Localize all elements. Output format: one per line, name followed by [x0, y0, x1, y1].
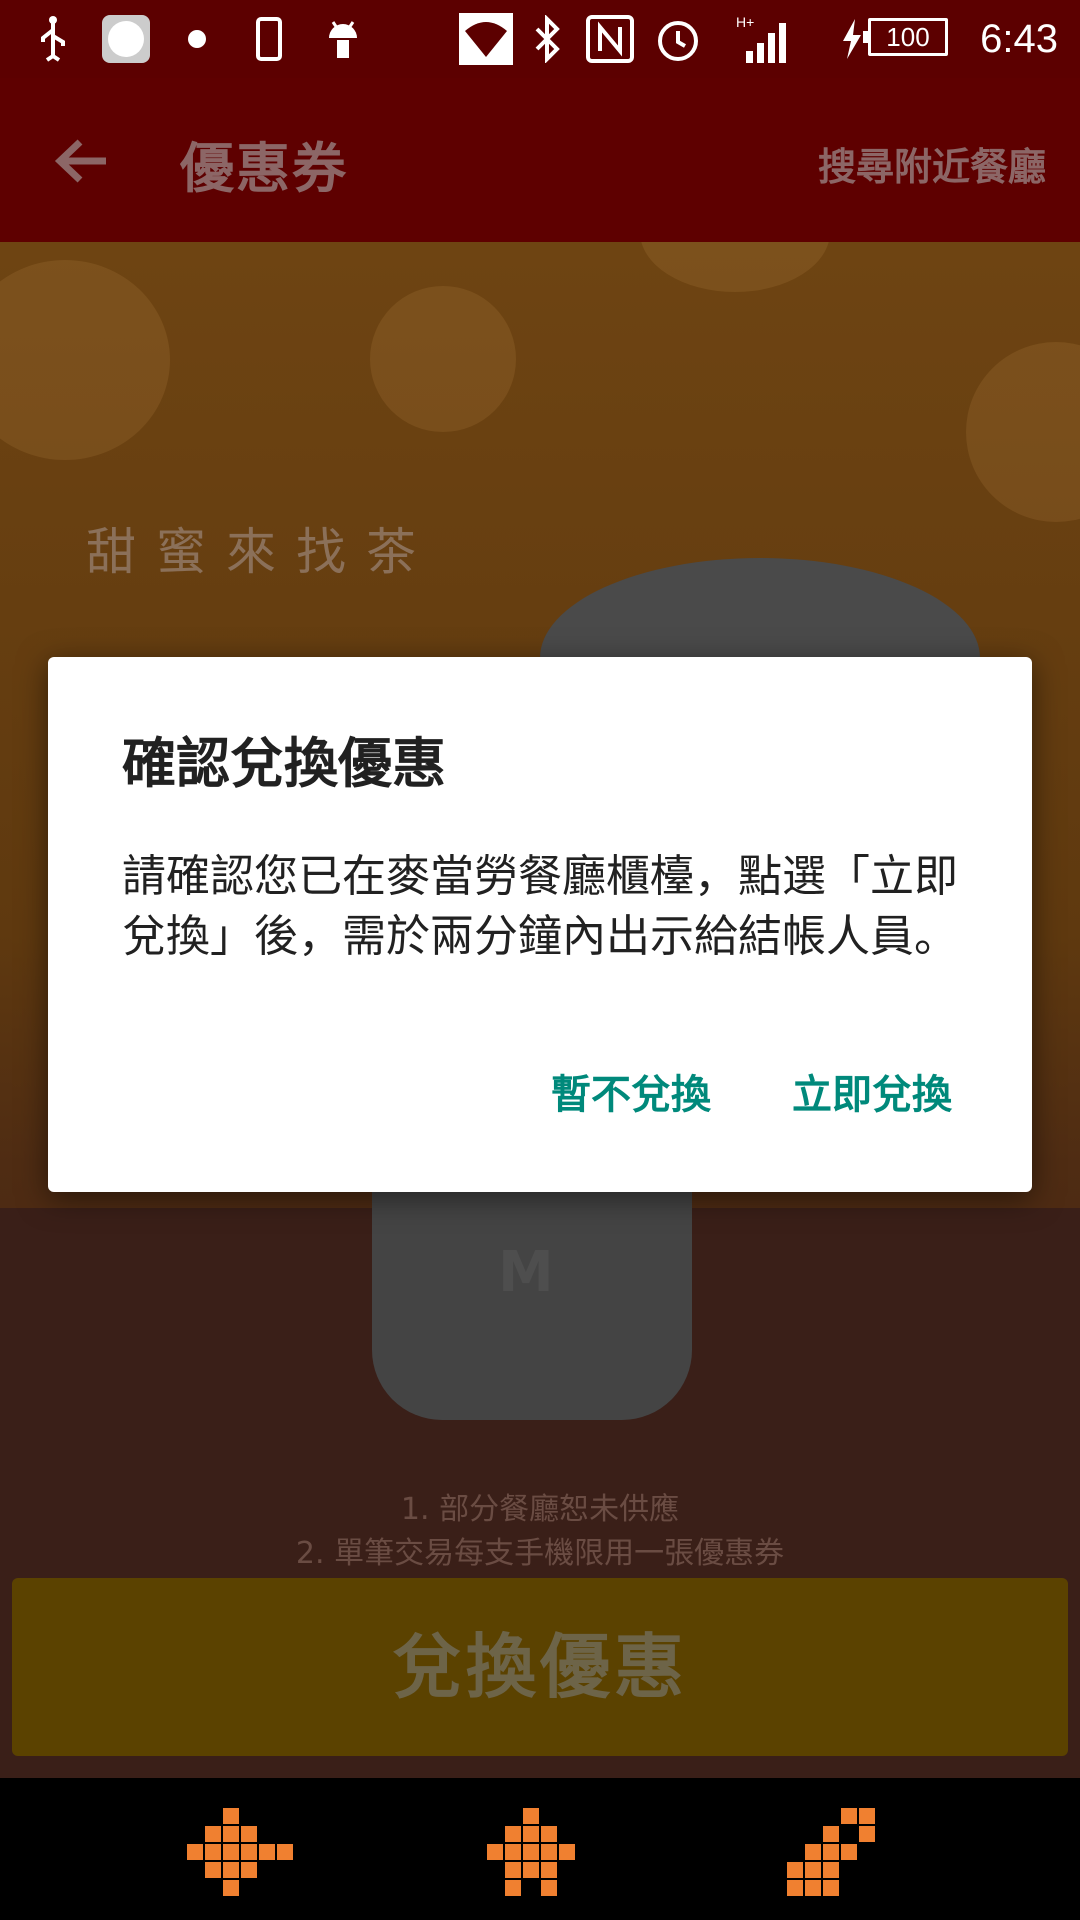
not-now-button[interactable]: 暫不兌換 — [551, 1065, 711, 1125]
android-icon — [320, 10, 366, 68]
wifi-icon — [458, 10, 514, 68]
usb-icon — [30, 10, 76, 68]
clock: 6:43 — [980, 17, 1058, 61]
coupon-tagline: 甜蜜來找茶 — [86, 523, 436, 581]
network-label: H+ — [736, 14, 754, 30]
decor-bubble — [0, 260, 170, 460]
phone-icon — [254, 10, 284, 68]
signal-icon: H+ — [736, 10, 792, 68]
navigation-bar — [0, 1778, 1080, 1920]
nav-home-icon[interactable] — [486, 1806, 596, 1906]
app-bar: 優惠券 搜尋附近餐廳 — [0, 78, 1080, 242]
battery-icon: 100 — [863, 18, 948, 56]
decor-bubble — [966, 342, 1080, 522]
dot-icon — [184, 10, 210, 68]
decor-bubble — [640, 242, 830, 292]
app-icon — [100, 10, 152, 68]
bluetooth-icon — [530, 10, 566, 68]
redeem-now-button[interactable]: 立即兌換 — [792, 1065, 952, 1125]
nav-recents-icon[interactable] — [786, 1806, 896, 1906]
status-bar: H+ 100 6:43 — [0, 0, 1080, 78]
search-nearby-restaurants-link[interactable]: 搜尋附近餐廳 — [818, 136, 1046, 191]
coupon-note-2: 2. 單筆交易每支手機限用一張優惠券 — [295, 1536, 785, 1571]
charging-icon — [836, 10, 866, 68]
cup-logo: M — [498, 1240, 554, 1305]
dialog-title: 確認兌換優惠 — [122, 732, 446, 795]
nfc-icon — [584, 10, 636, 68]
coupon-note-1: 1. 部分餐廳恕未供應 — [400, 1492, 680, 1527]
alarm-icon — [652, 10, 704, 68]
decor-bubble — [370, 286, 516, 432]
arrow-left-icon — [54, 139, 106, 183]
nav-back-icon[interactable] — [186, 1806, 296, 1906]
confirm-redeem-dialog: 確認兌換優惠 請確認您已在麥當勞餐廳櫃檯，點選「立即兌換」後，需於兩分鐘內出示給… — [48, 657, 1032, 1192]
back-button[interactable] — [48, 126, 118, 196]
redeem-coupon-button[interactable]: 兌換優惠 — [12, 1578, 1068, 1756]
dialog-message: 請確認您已在麥當勞餐廳櫃檯，點選「立即兌換」後，需於兩分鐘內出示給結帳人員。 — [122, 851, 958, 962]
page-title: 優惠券 — [180, 137, 348, 200]
